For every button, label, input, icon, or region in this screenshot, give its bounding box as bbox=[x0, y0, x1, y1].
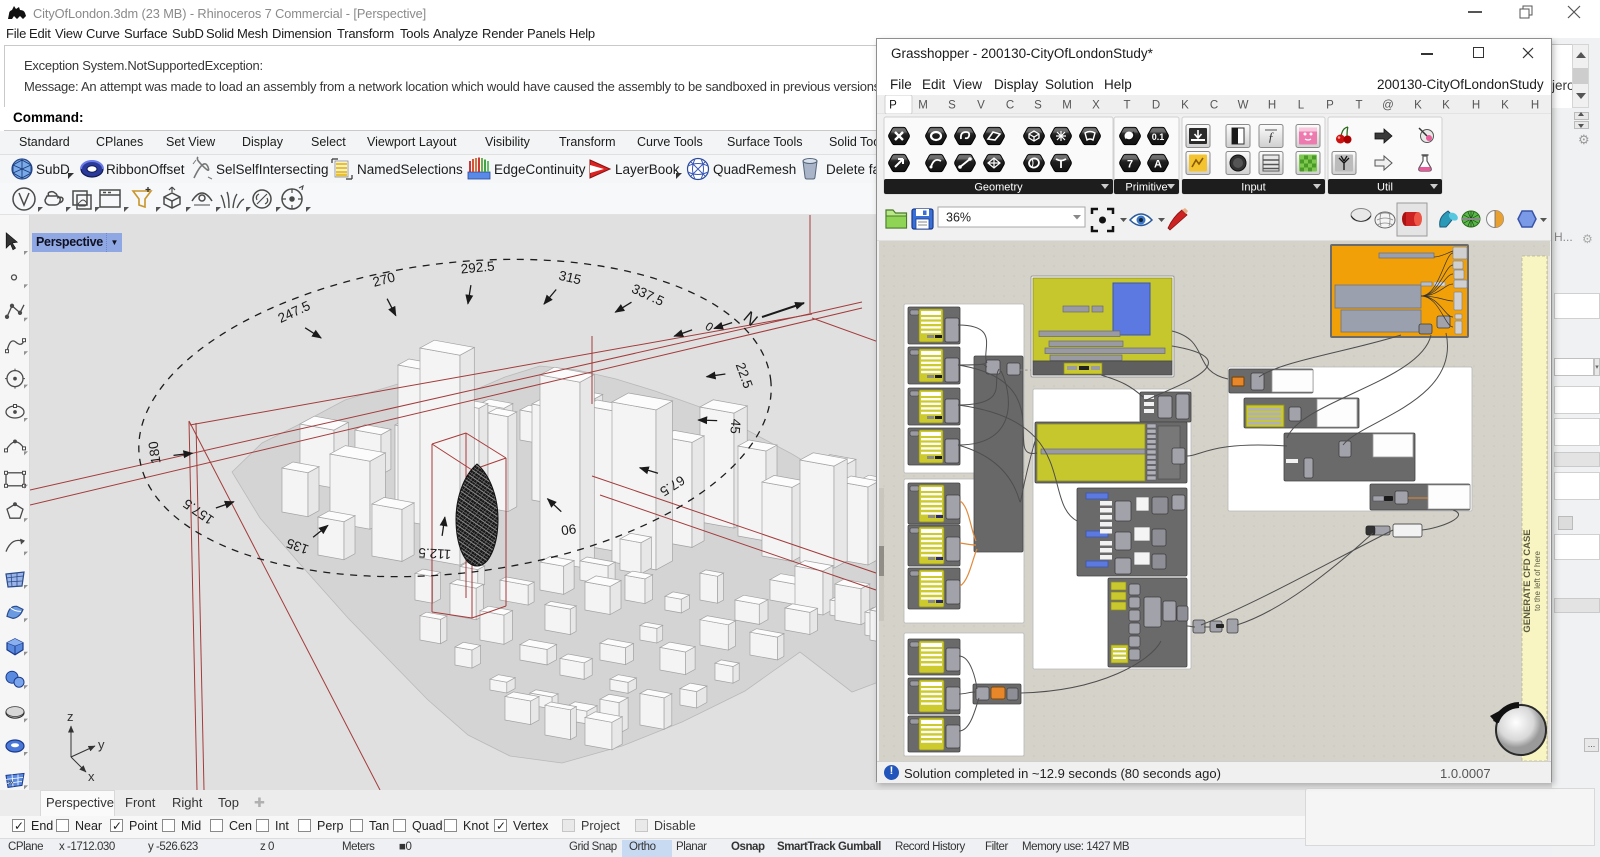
svg-text:22.5: 22.5 bbox=[733, 361, 756, 391]
svg-text:T: T bbox=[1123, 100, 1130, 112]
svg-text:T: T bbox=[1355, 100, 1362, 112]
svg-text:Input: Input bbox=[1241, 182, 1265, 194]
svg-text:Util: Util bbox=[1377, 182, 1393, 194]
svg-text:337.5: 337.5 bbox=[629, 281, 666, 309]
svg-text:@: @ bbox=[1382, 100, 1394, 112]
svg-text:36%: 36% bbox=[946, 211, 971, 225]
svg-text:QuadRemesh: QuadRemesh bbox=[713, 162, 796, 177]
svg-text:C: C bbox=[1210, 100, 1218, 112]
svg-text:Geometry: Geometry bbox=[974, 182, 1023, 194]
svg-text:V: V bbox=[977, 100, 985, 112]
svg-text:S: S bbox=[948, 100, 956, 112]
svg-text:GENERATE CFD CASE: GENERATE CFD CASE bbox=[1522, 529, 1533, 632]
svg-text:M: M bbox=[1062, 100, 1072, 112]
svg-text:K: K bbox=[1442, 100, 1450, 112]
svg-text:SubD: SubD bbox=[36, 162, 70, 177]
svg-text:90: 90 bbox=[560, 521, 577, 538]
svg-text:0.1: 0.1 bbox=[1152, 132, 1165, 142]
svg-text:X: X bbox=[1092, 100, 1100, 112]
svg-text:K: K bbox=[1414, 100, 1422, 112]
svg-text:x: x bbox=[88, 769, 95, 784]
svg-text:y: y bbox=[98, 737, 105, 752]
svg-text:ƒ: ƒ bbox=[1268, 129, 1275, 144]
svg-text:A: A bbox=[1154, 159, 1162, 171]
svg-text:SelSelfIntersecting: SelSelfIntersecting bbox=[216, 162, 329, 177]
svg-text:z: z bbox=[67, 709, 74, 724]
svg-text:Delete fa: Delete fa bbox=[826, 162, 880, 177]
svg-text:M: M bbox=[918, 100, 928, 112]
svg-text:»: » bbox=[8, 777, 14, 788]
svg-text:to the left of here: to the left of here bbox=[1533, 550, 1542, 611]
svg-text:NamedSelections: NamedSelections bbox=[357, 162, 463, 177]
svg-text:D: D bbox=[1152, 100, 1160, 112]
svg-text:270: 270 bbox=[371, 269, 397, 289]
svg-text:315: 315 bbox=[557, 268, 582, 288]
svg-text:W: W bbox=[1238, 100, 1249, 112]
svg-text:112.5: 112.5 bbox=[418, 545, 452, 562]
svg-text:H: H bbox=[1472, 100, 1480, 112]
svg-text:180: 180 bbox=[146, 440, 164, 464]
svg-text:C: C bbox=[1006, 100, 1014, 112]
svg-text:K: K bbox=[1501, 100, 1509, 112]
svg-text:H: H bbox=[1268, 100, 1276, 112]
svg-text:7: 7 bbox=[1127, 159, 1133, 171]
svg-text:292.5: 292.5 bbox=[460, 259, 495, 277]
svg-text:247.5: 247.5 bbox=[276, 298, 313, 326]
svg-text:Primitive: Primitive bbox=[1125, 182, 1167, 194]
svg-text:LayerBook: LayerBook bbox=[615, 162, 680, 177]
svg-text:0: 0 bbox=[703, 319, 717, 334]
svg-text:K: K bbox=[1181, 100, 1189, 112]
svg-text:45: 45 bbox=[727, 418, 743, 434]
svg-text:RibbonOffset: RibbonOffset bbox=[106, 162, 185, 177]
svg-text:L: L bbox=[1298, 100, 1305, 112]
svg-text:S: S bbox=[1034, 100, 1042, 112]
svg-text:EdgeContinuity: EdgeContinuity bbox=[494, 162, 586, 177]
svg-text:H: H bbox=[1531, 100, 1539, 112]
svg-text:P: P bbox=[1326, 100, 1334, 112]
svg-text:P: P bbox=[889, 100, 897, 112]
